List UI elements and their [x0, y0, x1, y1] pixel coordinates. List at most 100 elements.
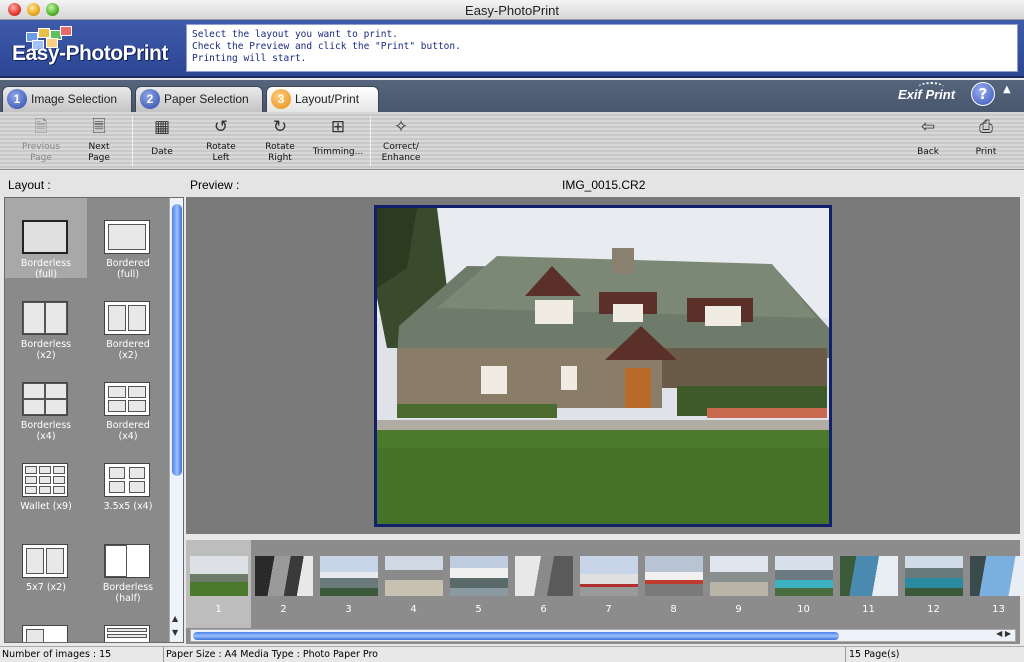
app-logo: Easy-PhotoPrint	[8, 26, 178, 72]
status-divider	[845, 647, 846, 662]
paper-info: Paper Size : A4 Media Type : Photo Paper…	[166, 649, 378, 660]
button-label: Correct/	[383, 142, 419, 152]
layout-borderless-half[interactable]: Borderless (half)	[87, 522, 169, 604]
layout-name: Wallet (x9)	[20, 501, 72, 512]
collapse-header-icon[interactable]: ▲	[1003, 84, 1011, 95]
layout-thumbnail	[104, 382, 150, 416]
layout-partial-item[interactable]	[87, 603, 169, 642]
layout-bordered-x4[interactable]: Bordered (x4)	[87, 360, 169, 442]
previous-page-button[interactable]: 🗎 Previous Page	[18, 116, 64, 168]
thumbnail-image	[710, 556, 768, 596]
scroll-up-icon[interactable]: ▲	[172, 614, 178, 623]
rotate-right-button[interactable]: ↻ Rotate Right	[258, 116, 302, 168]
date-button[interactable]: ▦ Date	[142, 116, 182, 168]
tab-label: Image Selection	[31, 92, 118, 106]
thumbnail-number: 8	[670, 604, 677, 615]
layout-thumbnail	[22, 301, 68, 335]
rotate-right-icon: ↻	[272, 117, 288, 137]
layout-borderless-x4[interactable]: Borderless (x4)	[5, 360, 87, 442]
layout-bordered-x2[interactable]: Bordered (x2)	[87, 279, 169, 361]
thumbnail-item[interactable]: 3	[316, 540, 381, 628]
back-button[interactable]: ⇦ Back	[910, 116, 946, 168]
scrollbar-thumb[interactable]	[172, 204, 182, 476]
thumbnail-number: 9	[735, 604, 742, 615]
layout-thumbnail	[104, 544, 150, 578]
tab-paper-selection[interactable]: 2 Paper Selection	[135, 86, 263, 112]
thumbnail-item[interactable]: 9	[706, 540, 771, 628]
thumbnail-item[interactable]: 13	[966, 540, 1024, 628]
thumbnail-item[interactable]: 7	[576, 540, 641, 628]
thumbnail-number: 12	[927, 604, 940, 615]
thumbnail-item[interactable]: 2	[251, 540, 316, 628]
thumbnail-number: 4	[410, 604, 417, 615]
button-label: Right	[268, 153, 292, 163]
thumbnail-item[interactable]: 11	[836, 540, 901, 628]
button-label: Date	[151, 147, 173, 157]
layout-wallet-x9[interactable]: Wallet (x9)	[5, 441, 87, 521]
button-label: Next	[88, 142, 110, 152]
button-label: Page	[88, 153, 110, 163]
previous-page-icon: 🗎	[34, 117, 48, 137]
layout-3-5x5-x4[interactable]: 3.5x5 (x4)	[87, 441, 169, 521]
thumbnail-number: 2	[280, 604, 287, 615]
next-page-button[interactable]: 🗏 Next Page	[78, 116, 120, 168]
thumbnail-item[interactable]: 4	[381, 540, 446, 628]
layout-borderless-full[interactable]: Borderless (full)	[5, 198, 87, 280]
instruction-line: Printing will start.	[192, 53, 307, 64]
thumbnail-number: 1	[215, 604, 222, 615]
button-label: Trimming...	[312, 147, 364, 157]
button-label: Page	[30, 153, 52, 163]
crop-icon: ⊞	[330, 117, 346, 137]
rotate-left-button[interactable]: ↺ Rotate Left	[200, 116, 242, 168]
layout-list: Borderless (full) Bordered (full) Borderle…	[4, 197, 184, 643]
step-number-badge: 1	[7, 89, 27, 109]
window-title: Easy-PhotoPrint	[465, 3, 559, 18]
scroll-down-icon[interactable]: ▼	[172, 628, 178, 637]
thumbnail-image	[320, 556, 378, 596]
layout-name: Borderless (half)	[102, 582, 154, 604]
layout-borderless-x2[interactable]: Borderless (x2)	[5, 279, 87, 361]
next-page-icon: 🗏	[92, 117, 106, 137]
trimming-button[interactable]: ⊞ Trimming...	[310, 116, 366, 168]
scroll-arrows[interactable]: ◀ ▶	[996, 629, 1011, 638]
thumbnail-image	[450, 556, 508, 596]
print-button[interactable]: ⎙ Print	[968, 116, 1004, 168]
thumbnail-image	[190, 556, 248, 596]
thumbnail-strip: 1 2 3 4 5 6 7 8 9 10 11 12 13 ◀ ▶	[186, 540, 1024, 644]
status-bar: Number of images : 15 Paper Size : A4 Me…	[0, 646, 1024, 662]
app-header: Easy-PhotoPrint Select the layout you wa…	[0, 20, 1024, 78]
layout-name: 3.5x5 (x4)	[103, 501, 153, 512]
thumbnail-scrollbar[interactable]: ◀ ▶	[190, 629, 1016, 642]
tab-label: Paper Selection	[164, 92, 249, 106]
status-divider	[163, 647, 164, 662]
thumbnail-item[interactable]: 12	[901, 540, 966, 628]
thumbnail-image	[645, 556, 703, 596]
button-label: Enhance	[381, 153, 421, 163]
layout-bordered-full[interactable]: Bordered (full)	[87, 198, 169, 280]
button-label: Left	[212, 153, 230, 163]
thumbnail-item[interactable]: 8	[641, 540, 706, 628]
layout-scrollbar[interactable]: ▲ ▼	[169, 198, 183, 642]
thumbnail-item[interactable]: 1	[186, 540, 251, 628]
button-label: Rotate	[206, 142, 236, 152]
preview-photo[interactable]	[374, 205, 832, 527]
layout-name: Borderless (x2)	[20, 339, 72, 361]
thumbnail-number: 10	[797, 604, 810, 615]
step-number-badge: 2	[140, 89, 160, 109]
thumbnail-image	[775, 556, 833, 596]
layout-partial-item[interactable]	[5, 603, 87, 642]
thumbnail-item[interactable]: 5	[446, 540, 511, 628]
thumbnail-item[interactable]: 6	[511, 540, 576, 628]
tab-image-selection[interactable]: 1 Image Selection	[2, 86, 132, 112]
scrollbar-thumb[interactable]	[193, 632, 839, 640]
printer-icon: ⎙	[979, 117, 993, 137]
thumbnail-item[interactable]: 10	[771, 540, 836, 628]
page-count: 15 Page(s)	[849, 649, 900, 660]
thumbnail-number: 7	[605, 604, 612, 615]
correct-enhance-button[interactable]: ✧ Correct/ Enhance	[378, 116, 424, 168]
tab-layout-print[interactable]: 3 Layout/Print	[266, 86, 379, 113]
toolbar-separator	[370, 116, 371, 166]
layout-5x7-x2[interactable]: 5x7 (x2)	[5, 522, 87, 602]
tab-label: Layout/Print	[295, 92, 360, 106]
help-button[interactable]: ?	[971, 82, 995, 106]
